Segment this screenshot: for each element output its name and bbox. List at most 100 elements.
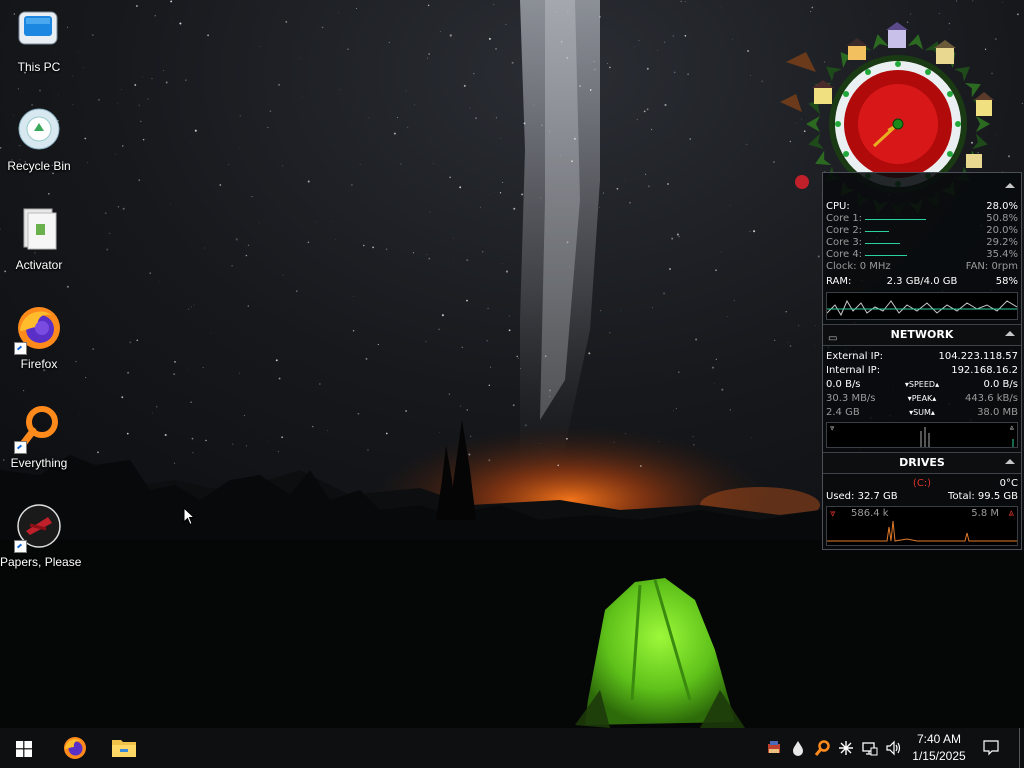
star xyxy=(174,361,176,363)
everything-search-icon[interactable] xyxy=(814,740,830,756)
star xyxy=(773,161,775,163)
star xyxy=(352,330,355,332)
taskbar-clock[interactable]: 7:40 AM 1/15/2025 xyxy=(900,731,978,765)
star xyxy=(363,244,365,247)
star xyxy=(71,75,73,77)
star xyxy=(316,221,318,223)
notification-center-icon[interactable] xyxy=(983,740,999,756)
desktop-icon-recycle-bin[interactable]: Recycle Bin xyxy=(0,101,78,173)
collapse-arrow-icon[interactable] xyxy=(1005,459,1015,464)
star xyxy=(588,352,591,355)
desktop-icon-firefox[interactable]: Firefox xyxy=(0,299,78,371)
star xyxy=(238,147,240,149)
sum-upload: 38.0 MB xyxy=(977,407,1018,418)
star xyxy=(647,185,650,188)
star xyxy=(567,10,569,12)
star xyxy=(557,464,559,467)
desktop-icon-label: Activator xyxy=(15,258,63,272)
star xyxy=(599,309,602,312)
star xyxy=(156,406,158,408)
star xyxy=(667,183,669,185)
star xyxy=(269,110,272,113)
upload-arrow-icon: ⩓ xyxy=(1009,423,1014,432)
desktop-icon-everything[interactable]: Everything xyxy=(0,398,78,470)
star xyxy=(727,316,728,317)
star xyxy=(938,12,940,15)
start-button[interactable] xyxy=(0,728,48,768)
taskbar-firefox-button[interactable] xyxy=(52,728,98,768)
star xyxy=(147,98,149,100)
star xyxy=(747,50,749,52)
core-label: Core 4: xyxy=(826,249,863,260)
star xyxy=(609,332,611,334)
core-row: Core 1: 50.8% xyxy=(823,213,1021,225)
star xyxy=(282,274,284,276)
star xyxy=(385,248,388,250)
desktop-icon-this-pc[interactable]: This PC xyxy=(0,2,78,74)
star xyxy=(513,207,516,210)
star xyxy=(275,359,278,362)
star xyxy=(247,244,250,247)
star xyxy=(193,304,195,306)
star xyxy=(278,377,281,380)
star xyxy=(311,425,314,428)
star xyxy=(639,465,642,467)
star xyxy=(664,103,667,107)
star xyxy=(910,13,912,15)
star xyxy=(136,339,138,342)
star xyxy=(481,250,484,253)
star xyxy=(645,173,647,175)
desktop-icon-activator[interactable]: Activator xyxy=(0,200,78,272)
network-icon[interactable] xyxy=(862,740,878,756)
upload-speed: 0.0 B/s xyxy=(983,379,1018,390)
star xyxy=(251,196,253,198)
star xyxy=(566,57,568,59)
star xyxy=(678,235,680,238)
star xyxy=(278,83,281,86)
core-usage-bar xyxy=(865,231,889,232)
star xyxy=(149,272,151,274)
collapse-arrow-icon[interactable] xyxy=(1005,183,1015,188)
network-section-header[interactable]: ▭ NETWORK xyxy=(823,324,1021,346)
drives-section-header[interactable]: DRIVES xyxy=(823,452,1021,474)
show-desktop-button[interactable] xyxy=(1019,728,1020,768)
external-ip-value[interactable]: 104.223.118.57 xyxy=(938,350,1018,364)
monitor-icon: ▭ xyxy=(828,333,838,344)
star xyxy=(453,237,455,239)
drive-letter[interactable]: (C:) xyxy=(823,478,1021,490)
star xyxy=(440,31,441,32)
water-drop-icon[interactable] xyxy=(790,740,806,756)
star xyxy=(202,367,204,369)
tray-app-icon[interactable] xyxy=(766,740,782,756)
fan-speed: FAN: 0rpm xyxy=(965,261,1018,272)
desktop-icon-papers-please[interactable]: Papers, Please xyxy=(0,497,82,569)
snowflake-icon[interactable] xyxy=(838,740,854,756)
star xyxy=(427,4,430,7)
star xyxy=(126,432,129,435)
clock-hour-dot xyxy=(955,121,961,127)
star xyxy=(715,269,717,272)
clock-time: 7:40 AM xyxy=(916,732,962,746)
star xyxy=(367,449,369,451)
star xyxy=(463,84,466,87)
star xyxy=(190,401,192,403)
internal-ip-value[interactable]: 192.168.16.2 xyxy=(951,364,1018,378)
star xyxy=(190,306,192,308)
collapse-arrow-icon[interactable] xyxy=(1005,331,1015,336)
star xyxy=(259,46,261,47)
star xyxy=(204,247,206,249)
taskbar-file-explorer-button[interactable] xyxy=(100,728,146,768)
star xyxy=(488,459,491,462)
star xyxy=(466,299,468,302)
desktop-icon-label: Papers, Please xyxy=(0,555,82,569)
cpu-section-header xyxy=(823,173,1021,197)
star xyxy=(508,329,511,332)
star xyxy=(524,424,527,427)
star xyxy=(154,15,156,17)
star xyxy=(729,409,731,411)
ram-percent: 58% xyxy=(995,276,1018,287)
wreath-leaf xyxy=(808,133,824,150)
clock-hour-dot xyxy=(843,91,850,97)
star xyxy=(549,389,551,392)
star xyxy=(259,222,260,224)
